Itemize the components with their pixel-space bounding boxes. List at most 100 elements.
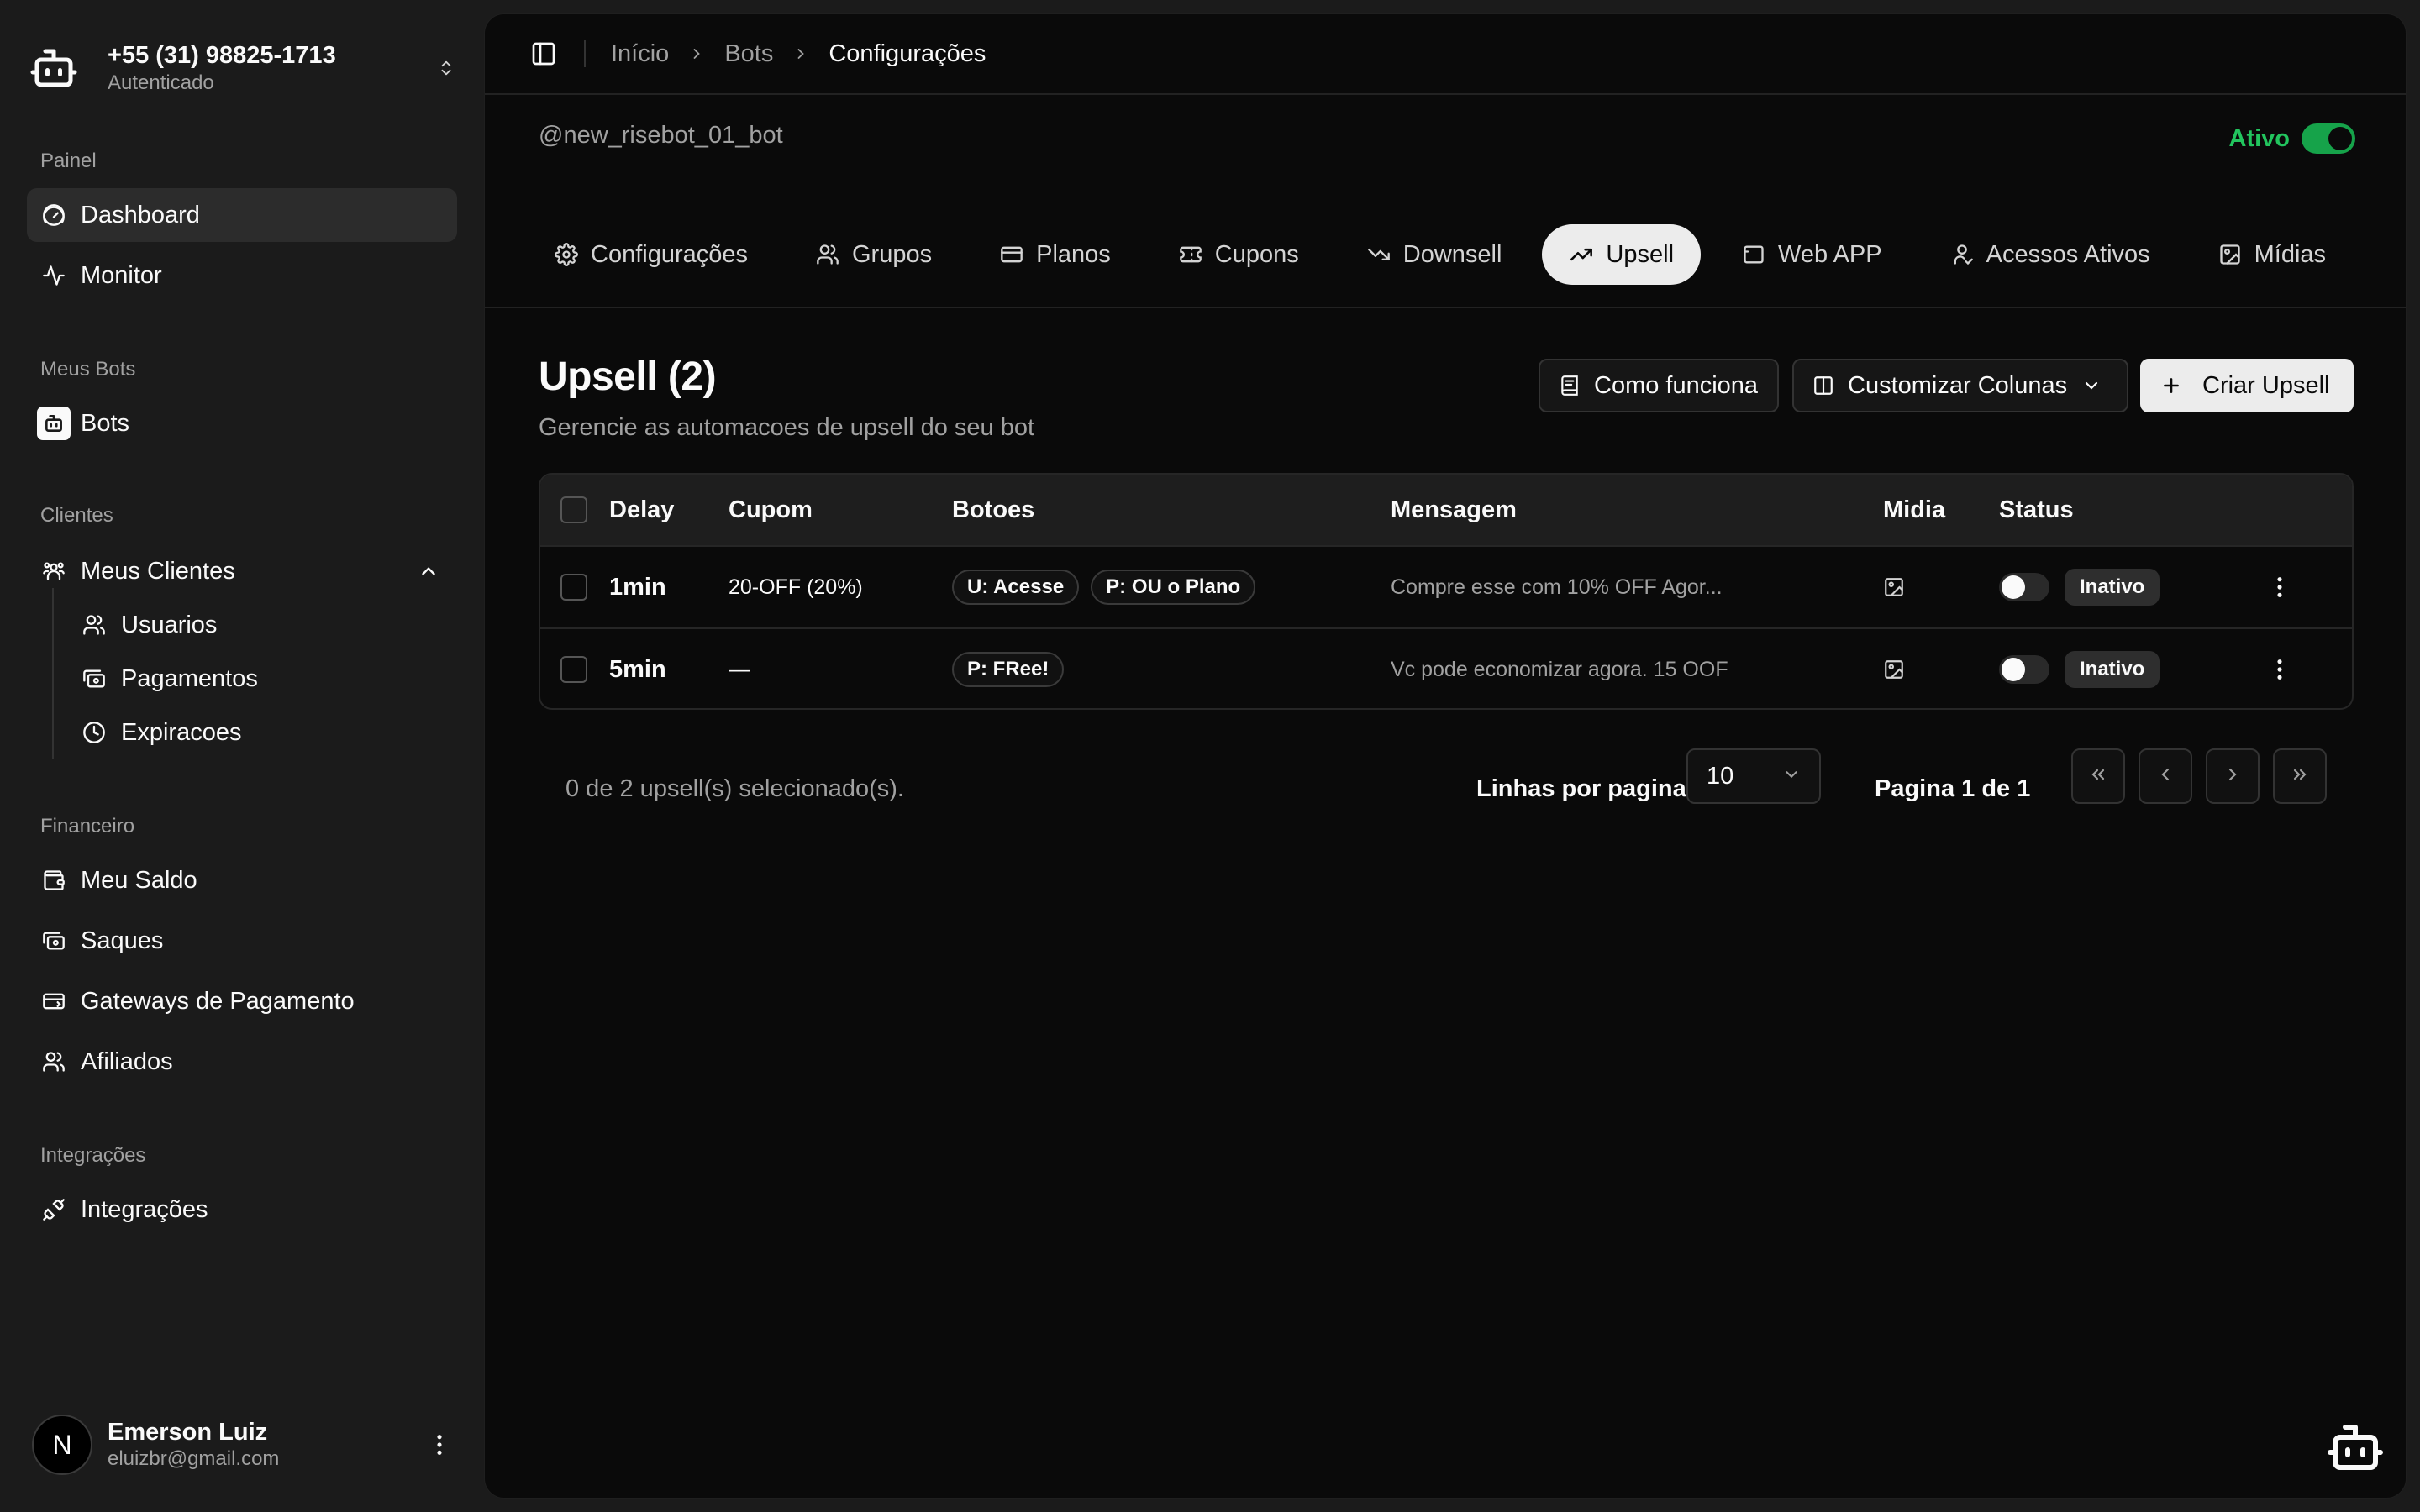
header-mensagem[interactable]: Mensagem <box>1391 475 1517 545</box>
row-actions-icon[interactable] <box>2276 547 2283 627</box>
chevrons-left-icon <box>2088 764 2108 789</box>
withdraw-icon <box>40 927 67 954</box>
tab-configuracoes[interactable]: Configurações <box>527 224 775 285</box>
plug-icon <box>40 1196 67 1223</box>
customize-columns-label: Customizar Colunas <box>1848 371 2068 399</box>
customize-columns-button[interactable]: Customizar Colunas <box>1792 359 2128 412</box>
first-page-button[interactable] <box>2071 748 2125 804</box>
page-subtitle: Gerencie as automacoes de upsell do seu … <box>539 414 1035 441</box>
account-status: Autenticado <box>108 71 214 94</box>
how-it-works-button[interactable]: Como funciona <box>1539 359 1779 412</box>
tab-grupos[interactable]: Grupos <box>788 224 959 285</box>
section-label-painel: Painel <box>40 150 97 172</box>
section-label-financeiro: Financeiro <box>40 815 135 837</box>
table-row[interactable]: 1min 20-OFF (20%) U: Acesse P: OU o Plan… <box>540 545 2352 627</box>
sidebar-item-pagamentos[interactable]: Pagamentos <box>74 654 444 704</box>
sidebar-item-saques[interactable]: Saques <box>27 914 457 968</box>
sidebar-item-meus-clientes[interactable]: Meus Clientes <box>27 544 457 598</box>
chevron-right-icon <box>684 41 709 66</box>
breadcrumb-inicio[interactable]: Início <box>611 40 669 68</box>
tab-web-app[interactable]: Web APP <box>1714 224 1909 285</box>
row-actions-icon[interactable] <box>2276 629 2283 708</box>
tab-upsell[interactable]: Upsell <box>1542 224 1702 285</box>
header-midia[interactable]: Midia <box>1883 475 1945 545</box>
button-pill: P: OU o Plano <box>1091 570 1256 605</box>
tab-midias[interactable]: Mídias <box>2191 224 2353 285</box>
sidebar-item-label: Integrações <box>81 1195 208 1223</box>
gauge-icon <box>40 202 67 228</box>
rows-per-page-select[interactable]: 10 <box>1686 748 1821 804</box>
sidebar-item-afiliados[interactable]: Afiliados <box>27 1035 457 1089</box>
main-panel: Início Bots Configurações @new_risebot_0… <box>484 13 2407 1499</box>
active-switch[interactable] <box>2302 123 2355 154</box>
user-menu[interactable]: N Emerson Luiz eluizbr@gmail.com <box>32 1411 452 1478</box>
sidebar-item-label: Usuarios <box>121 611 218 638</box>
image-icon <box>1883 547 1905 627</box>
tab-label: Planos <box>1036 240 1111 268</box>
account-switcher[interactable]: +55 (31) 98825-1713 Autenticado <box>22 32 459 104</box>
sidebar-item-label: Saques <box>81 927 164 954</box>
gear-icon <box>554 242 579 267</box>
sidebar-item-bots[interactable]: Bots <box>27 396 457 450</box>
prev-page-button[interactable] <box>2139 748 2192 804</box>
users-icon <box>815 242 840 267</box>
chevron-down-icon <box>1782 763 1801 790</box>
chevron-up-icon <box>415 558 442 585</box>
row-mensagem: Vc pode economizar agora. 15 OOF <box>1391 657 1728 681</box>
header-delay[interactable]: Delay <box>609 475 674 545</box>
divider <box>584 40 586 67</box>
header-botoes[interactable]: Botoes <box>952 475 1034 545</box>
sidebar-item-label: Meu Saldo <box>81 866 197 894</box>
tab-label: Downsell <box>1402 240 1502 268</box>
row-checkbox[interactable] <box>560 656 587 683</box>
section-label-clientes: Clientes <box>40 504 113 527</box>
bot-active-toggle[interactable]: Ativo <box>2229 123 2355 154</box>
breadcrumb-current: Configurações <box>829 39 986 67</box>
tab-cupons[interactable]: Cupons <box>1151 224 1326 285</box>
sidebar-item-expiracoes[interactable]: Expiracoes <box>74 707 444 758</box>
tab-label: Grupos <box>852 240 933 268</box>
status-switch[interactable] <box>1999 655 2049 684</box>
chevron-left-icon <box>2155 764 2175 789</box>
section-label-integracoes: Integrações <box>40 1144 146 1167</box>
status-badge: Inativo <box>2065 651 2160 688</box>
next-page-button[interactable] <box>2206 748 2260 804</box>
button-pill: U: Acesse <box>952 570 1080 605</box>
sidebar-item-dashboard[interactable]: Dashboard <box>27 188 457 242</box>
status-badge: Inativo <box>2065 569 2160 606</box>
payments-icon <box>81 665 108 692</box>
create-upsell-button[interactable]: Criar Upsell <box>2140 359 2354 412</box>
sidebar: +55 (31) 98825-1713 Autenticado Painel D… <box>0 0 484 1512</box>
sidebar-item-meu-saldo[interactable]: Meu Saldo <box>27 853 457 907</box>
tab-bar: Configurações Grupos Planos Cupons Downs… <box>485 207 2406 308</box>
topbar: Início Bots Configurações <box>485 14 2406 95</box>
row-delay: 5min <box>609 655 666 683</box>
status-switch[interactable] <box>1999 573 2049 601</box>
row-cupom: — <box>729 657 750 681</box>
row-checkbox[interactable] <box>560 574 587 601</box>
last-page-button[interactable] <box>2273 748 2327 804</box>
plus-icon <box>2159 373 2184 398</box>
header-status[interactable]: Status <box>1999 475 2074 545</box>
support-bot-icon[interactable] <box>2323 1415 2387 1479</box>
sidebar-item-monitor[interactable]: Monitor <box>27 249 457 302</box>
card-transfer-icon <box>40 988 67 1015</box>
breadcrumb-bots[interactable]: Bots <box>724 40 773 68</box>
tab-downsell[interactable]: Downsell <box>1339 224 1529 285</box>
more-vertical-icon[interactable] <box>427 1428 452 1462</box>
sidebar-item-usuarios[interactable]: Usuarios <box>74 600 444 650</box>
sidebar-item-label: Pagamentos <box>121 664 258 692</box>
sidebar-toggle-icon[interactable] <box>527 37 560 71</box>
header-cupom[interactable]: Cupom <box>729 475 813 545</box>
rows-per-page-value: 10 <box>1707 762 1734 790</box>
tab-acessos-ativos[interactable]: Acessos Ativos <box>1923 224 2177 285</box>
sidebar-item-gateways[interactable]: Gateways de Pagamento <box>27 974 457 1028</box>
table-row[interactable]: 5min — P: FRee! Vc pode economizar agora… <box>540 627 2352 708</box>
user-email: eluizbr@gmail.com <box>108 1447 280 1470</box>
sidebar-item-integracoes[interactable]: Integrações <box>27 1183 457 1236</box>
columns-icon <box>1811 373 1836 398</box>
bot-icon <box>37 407 71 440</box>
select-all-checkbox[interactable] <box>560 496 587 523</box>
sidebar-item-label: Expiracoes <box>121 718 242 746</box>
tab-planos[interactable]: Planos <box>972 224 1138 285</box>
